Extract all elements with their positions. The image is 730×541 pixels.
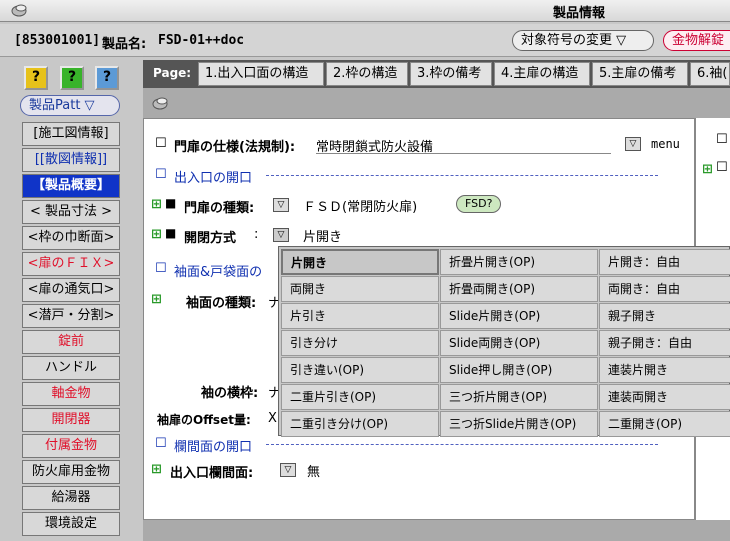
section-checkbox-icon[interactable]: ☐: [155, 167, 167, 182]
hardware-unlock-button[interactable]: 金物解錠: [663, 30, 730, 51]
option-cell[interactable]: 折畳両開き(OP): [440, 276, 598, 302]
checkbox-icon[interactable]: ☐: [716, 160, 728, 175]
offset-value: X: [268, 411, 277, 426]
option-cell[interactable]: 二重開き(OP): [599, 411, 730, 437]
offset-label: 袖扉のOffset量:: [157, 413, 251, 427]
option-cell[interactable]: 三つ折片開き(OP): [440, 384, 598, 410]
sidebar-item-handle[interactable]: ハンドル: [22, 356, 120, 380]
open-method-value: 片開き: [303, 230, 343, 245]
product-name-label: 製品名:: [102, 37, 147, 52]
tab-page-2[interactable]: 2.枠の構造: [326, 62, 408, 86]
section-checkbox-icon[interactable]: ☐: [155, 436, 167, 451]
dropdown-arrow-icon[interactable]: ▽: [625, 137, 641, 151]
fsd-help-button[interactable]: FSD?: [456, 195, 502, 213]
transom-label: 出入口欄間面:: [170, 466, 254, 481]
divider: [266, 444, 658, 445]
section-title-opening: 出入口の開口: [174, 171, 253, 186]
dropdown-arrow-icon[interactable]: ▽: [273, 198, 289, 212]
title-bar: [0, 0, 730, 22]
expand-icon[interactable]: ⊞: [702, 162, 713, 177]
checkbox-icon[interactable]: ☐: [716, 132, 728, 147]
sidebar-item-hinge[interactable]: 軸金物: [22, 382, 120, 406]
tab-page-1[interactable]: 1.出入口面の構造: [198, 62, 324, 86]
sidebar-item-door-vent[interactable]: <扉の通気口>: [22, 278, 120, 302]
option-cell[interactable]: 連装両開き: [599, 384, 730, 410]
sidebar-item-wicket-split[interactable]: <潜戸・分割>: [22, 304, 120, 328]
option-cell[interactable]: 片引き: [281, 303, 439, 329]
expand-icon[interactable]: ⊞: [151, 197, 162, 212]
spec-input[interactable]: 常時閉鎖式防火設備: [316, 136, 611, 155]
sidebar-item-accessories[interactable]: 付属金物: [22, 434, 120, 458]
filled-square-icon: ■: [165, 226, 177, 240]
tab-page-3[interactable]: 3.枠の備考: [410, 62, 492, 86]
option-cell[interactable]: Slide押し開き(OP): [440, 357, 598, 383]
sleeve-frame-label: 袖の横枠:: [201, 386, 259, 401]
sleeve-type-label: 袖面の種類:: [186, 296, 257, 311]
sidebar-item-settings[interactable]: 環境設定: [22, 512, 120, 536]
spec-label: 門扉の仕様(法規制):: [174, 140, 296, 155]
sidebar-item-water-heater[interactable]: 給湯器: [22, 486, 120, 510]
app-icon: [11, 4, 27, 17]
option-cell[interactable]: 引き分け: [281, 330, 439, 356]
door-type-value: ＦＳＤ(常閉防火扉): [303, 200, 418, 215]
dropdown-arrow-icon[interactable]: ▽: [280, 463, 296, 477]
option-cell[interactable]: 親子開き: [599, 303, 730, 329]
tab-page-4[interactable]: 4.主扉の構造: [494, 62, 590, 86]
door-type-label: 門扉の種類:: [184, 201, 255, 216]
sidebar-item-frame-section[interactable]: <枠の巾断面>: [22, 226, 120, 250]
checkbox-icon[interactable]: ☐: [155, 136, 167, 151]
option-cell[interactable]: 両開き: [281, 276, 439, 302]
open-method-options-grid: 片開き 折畳片開き(OP) 片開き：自由 両開き 折畳両開き(OP) 両開き：自…: [278, 246, 730, 437]
expand-icon[interactable]: ⊞: [151, 292, 162, 307]
product-pattern-dropdown[interactable]: 製品Patt ▽: [20, 95, 120, 116]
option-cell[interactable]: 二重引き分け(OP): [281, 411, 439, 437]
option-cell[interactable]: Slide片開き(OP): [440, 303, 598, 329]
sidebar-item-product-overview[interactable]: 【製品概要】: [22, 174, 120, 198]
open-method-label: 開閉方式: [184, 231, 237, 246]
sidebar-item-closer[interactable]: 開閉器: [22, 408, 120, 432]
sidebar-item-fire-door-hardware[interactable]: 防火扉用金物: [22, 460, 120, 484]
help-button-yellow[interactable]: ?: [24, 66, 48, 90]
help-button-green[interactable]: ?: [60, 66, 84, 90]
sidebar-item-construction-info[interactable]: [施工図情報]: [22, 122, 120, 146]
open-method-colon: :: [254, 227, 259, 242]
page-label: Page:: [153, 66, 192, 80]
option-cell[interactable]: 折畳片開き(OP): [440, 249, 598, 275]
expand-icon[interactable]: ⊞: [151, 227, 162, 242]
option-cell[interactable]: 親子開き：自由: [599, 330, 730, 356]
dropdown-arrow-icon[interactable]: ▽: [273, 228, 289, 242]
sidebar-item-door-fix[interactable]: <扉のＦＩＸ>: [22, 252, 120, 276]
divider: [266, 175, 658, 176]
product-name-value: FSD-01++doc: [158, 33, 245, 48]
section-checkbox-icon[interactable]: ☐: [155, 261, 167, 276]
menu-link[interactable]: menu: [651, 137, 680, 151]
app-icon: [152, 97, 168, 110]
option-cell[interactable]: 引き違い(OP): [281, 357, 439, 383]
sidebar-item-product-size[interactable]: < 製品寸法 >: [22, 200, 120, 224]
tab-page-6[interactable]: 6.袖(: [690, 62, 730, 86]
sidebar-item-lock[interactable]: 錠前: [22, 330, 120, 354]
product-code: [853001001]: [14, 33, 101, 48]
option-cell[interactable]: 二重片引き(OP): [281, 384, 439, 410]
filled-square-icon: ■: [165, 196, 177, 210]
expand-icon[interactable]: ⊞: [151, 462, 162, 477]
option-cell[interactable]: 片開き: [281, 249, 439, 275]
change-symbol-button[interactable]: 対象符号の変更 ▽: [512, 30, 654, 51]
section-title-sleeve: 袖面&戸袋面の: [174, 265, 263, 280]
help-button-blue[interactable]: ?: [95, 66, 119, 90]
sidebar-item-drawing-info[interactable]: [[散図情報]]: [22, 148, 120, 172]
section-title-transom: 欄間面の開口: [174, 440, 253, 455]
transom-value: 無: [307, 465, 321, 480]
option-cell[interactable]: 両開き：自由: [599, 276, 730, 302]
option-cell[interactable]: 連装片開き: [599, 357, 730, 383]
tab-page-5[interactable]: 5.主扉の備考: [592, 62, 688, 86]
option-cell[interactable]: 三つ折Slide片開き(OP): [440, 411, 598, 437]
option-cell[interactable]: Slide両開き(OP): [440, 330, 598, 356]
option-cell[interactable]: 片開き：自由: [599, 249, 730, 275]
window-title: 製品情報: [553, 6, 606, 21]
